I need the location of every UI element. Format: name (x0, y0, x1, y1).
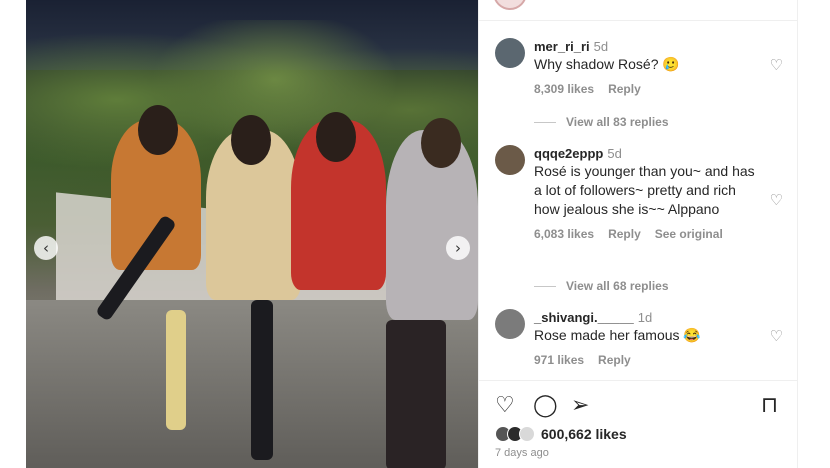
chevron-left-icon: ‹ (43, 239, 49, 257)
comment-username[interactable]: qqqe2eppp (534, 146, 603, 161)
comment-icon[interactable]: ◯ (533, 393, 558, 418)
legs (251, 300, 273, 460)
divider (534, 285, 556, 287)
likes-summary[interactable]: 600,662 likes (495, 426, 627, 442)
reply-button[interactable]: Reply (598, 353, 631, 367)
avatar[interactable] (495, 309, 525, 339)
see-original-button[interactable]: See original (655, 227, 723, 241)
comment-text: Rose made her famous 😂 (534, 327, 701, 343)
comments-panel: mer_ri_ri 5d Why shadow Rosé? 🥲 8,309 lik… (478, 0, 798, 468)
comment-username[interactable]: _shivangi._____ (534, 310, 634, 325)
like-heart-icon[interactable]: ♡ (770, 56, 783, 74)
chevron-right-icon: › (455, 239, 461, 257)
comment-time: 5d (607, 146, 622, 161)
head (421, 118, 461, 168)
comment-text: Why shadow Rosé? 🥲 (534, 56, 680, 72)
avatar[interactable] (495, 145, 525, 175)
post-image (26, 0, 478, 468)
comment-item: mer_ri_ri 5d Why shadow Rosé? 🥲 8,309 lik… (495, 38, 785, 108)
head (231, 115, 271, 165)
view-replies-label: View all 83 replies (566, 115, 669, 129)
divider (534, 121, 556, 123)
save-bookmark-icon[interactable]: ⊓ (761, 393, 778, 418)
comment-likes[interactable]: 6,083 likes (534, 227, 594, 241)
reply-button[interactable]: Reply (608, 82, 641, 96)
previous-image-button[interactable]: ‹ (34, 236, 58, 260)
comment-time: 1d (637, 310, 653, 325)
divider (479, 380, 797, 381)
view-replies-link[interactable]: View all 68 replies (534, 279, 669, 293)
avatar[interactable] (495, 38, 525, 68)
comment-username[interactable]: mer_ri_ri (534, 39, 590, 54)
comment-text: Rosé is younger than you~ and has a lot … (534, 163, 755, 217)
head (316, 112, 356, 162)
comment-time: 5d (593, 39, 609, 54)
comment-item: _shivangi._____ 1d Rose made her famous 😂… (495, 309, 785, 374)
legs (386, 320, 446, 468)
view-replies-label: View all 68 replies (566, 279, 669, 293)
like-post-icon[interactable]: ♡ (495, 393, 515, 418)
share-icon[interactable]: ➢ (571, 393, 589, 418)
comment-item: qqqe2eppp 5d Rosé is younger than you~ an… (495, 145, 785, 265)
next-image-button[interactable]: › (446, 236, 470, 260)
reply-button[interactable]: Reply (608, 227, 641, 241)
legs (166, 310, 186, 430)
head (138, 105, 178, 155)
divider (479, 20, 797, 21)
view-replies-link[interactable]: View all 83 replies (534, 115, 669, 129)
author-avatar[interactable] (493, 0, 527, 10)
like-heart-icon[interactable]: ♡ (770, 327, 783, 345)
post-date[interactable]: 7 days ago (495, 447, 549, 459)
like-heart-icon[interactable]: ♡ (770, 191, 783, 209)
comment-likes[interactable]: 8,309 likes (534, 82, 594, 96)
likes-count[interactable]: 600,662 likes (541, 426, 627, 442)
liker-avatar (519, 426, 535, 442)
comment-likes[interactable]: 971 likes (534, 353, 584, 367)
